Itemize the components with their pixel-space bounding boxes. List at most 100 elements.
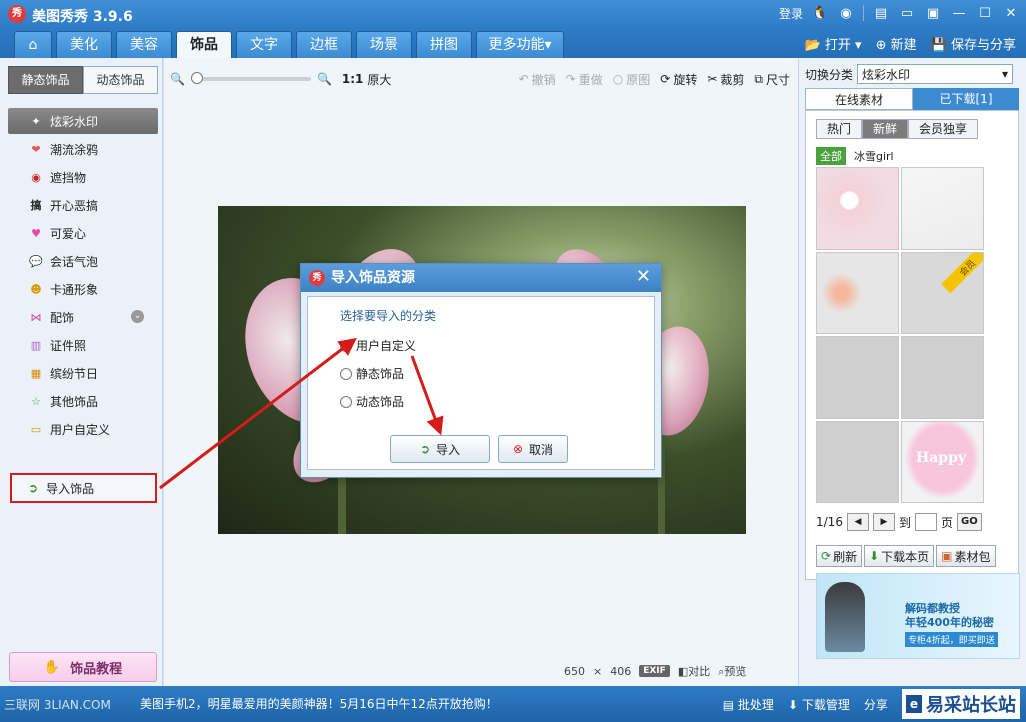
category-item[interactable]: ▭ 用户自定义: [8, 416, 158, 442]
tag-item[interactable]: 冰雪girl: [854, 148, 894, 164]
expand-icon[interactable]: ⌄: [131, 310, 144, 323]
close-icon[interactable]: ✕: [636, 267, 651, 287]
accessory-tutorial-button[interactable]: ✋ 饰品教程: [9, 652, 157, 682]
category-switch: 切换分类 炫彩水印 ▾: [805, 64, 1014, 84]
redo-button[interactable]: ↷ 重做: [566, 71, 603, 88]
zoom-ratio[interactable]: 1:1: [342, 72, 364, 86]
material-thumbnail[interactable]: [816, 420, 899, 503]
import-button[interactable]: ➲ 导入: [390, 435, 490, 463]
tab-text[interactable]: 文字: [236, 31, 292, 58]
tab-collage[interactable]: 拼图: [416, 31, 472, 58]
go-button[interactable]: GO: [956, 513, 982, 531]
zoom-out-icon[interactable]: 🔍: [170, 72, 185, 86]
prev-page-button[interactable]: ◀: [846, 513, 869, 531]
feedback-icon[interactable]: ▤: [872, 4, 890, 22]
category-item[interactable]: ☆ 其他饰品: [8, 388, 158, 414]
tab-downloaded[interactable]: 已下载[1]: [913, 88, 1019, 110]
category-item[interactable]: 💬 会话气泡: [8, 248, 158, 274]
radio-button[interactable]: [340, 367, 352, 380]
category-item[interactable]: ▥ 证件照: [8, 332, 158, 358]
left-panel: 静态饰品 动态饰品 ✦ 炫彩水印 ❤ 潮流涂鸦 ◉ 遮挡物 搞开心恶搞 ♥ 可爱心 💬 会…: [0, 58, 163, 686]
message-icon[interactable]: ▭: [898, 4, 916, 22]
category-item[interactable]: ❤ 潮流涂鸦: [8, 136, 158, 162]
download-manager-button[interactable]: ⬇ 下载管理: [788, 696, 850, 713]
size-button[interactable]: ⧉ 尺寸: [754, 71, 790, 88]
material-thumbnail[interactable]: [816, 167, 899, 250]
tab-online-materials[interactable]: 在线素材: [805, 88, 913, 110]
chevron-down-icon: ▾: [1001, 67, 1009, 81]
download-page-button[interactable]: ⬇ 下载本页: [864, 545, 935, 567]
category-label: 用户自定义: [50, 422, 111, 437]
tab-beautify[interactable]: 美化: [56, 31, 112, 58]
zoom-slider[interactable]: [190, 72, 311, 84]
promo-message[interactable]: 美图手机2，明星最爱用的美颜神器！5月16日中午12点开放抢购！: [140, 695, 498, 712]
category-item[interactable]: ☻ 卡通形象: [8, 276, 158, 302]
radio-custom[interactable]: 用户自定义: [340, 337, 416, 354]
refresh-button[interactable]: ⟳ 刷新: [816, 545, 863, 567]
material-thumbnail[interactable]: [816, 251, 899, 334]
ad-banner[interactable]: 解码都教授 年轻400年的秘密 专柜4折起，即买即送: [816, 573, 1020, 659]
tab-static-accessories[interactable]: 静态饰品: [8, 66, 83, 94]
rotate-button[interactable]: ⟳ 旋转: [660, 71, 697, 88]
material-thumbnail[interactable]: [816, 336, 899, 419]
category-item[interactable]: ♥ 可爱心: [8, 220, 158, 246]
material-thumbnail[interactable]: [901, 167, 984, 250]
close-icon[interactable]: ✕: [1002, 4, 1020, 22]
next-page-button[interactable]: ▶: [872, 513, 895, 531]
filter-new[interactable]: 新鲜: [862, 119, 909, 139]
category-item[interactable]: ✦ 炫彩水印: [8, 108, 158, 134]
weibo-icon[interactable]: ◉: [837, 4, 855, 22]
minimize-icon[interactable]: —: [950, 4, 968, 22]
category-item[interactable]: 搞开心恶搞: [8, 192, 158, 218]
category-select[interactable]: 炫彩水印 ▾: [857, 64, 1014, 84]
zoom-in-icon[interactable]: 🔍: [317, 72, 332, 86]
preview-button[interactable]: ⌕预览: [718, 663, 746, 679]
material-thumbnail[interactable]: [901, 336, 984, 419]
radio-static[interactable]: 静态饰品: [340, 365, 404, 382]
tab-frame[interactable]: 边框: [296, 31, 352, 58]
category-item[interactable]: ⋈ 配饰 ⌄: [8, 304, 158, 330]
material-pack-button[interactable]: ▣ 素材包: [936, 545, 996, 567]
home-tab[interactable]: ⌂: [14, 31, 52, 58]
original-label: 原图: [626, 72, 651, 87]
category-item[interactable]: ▦ 缤纷节日: [8, 360, 158, 386]
download-page-label: 下载本页: [881, 549, 930, 564]
radio-animated[interactable]: 动态饰品: [340, 393, 404, 410]
skin-icon[interactable]: ▣: [924, 4, 942, 22]
edit-toolbar: 🔍 🔍 1:1 原大 ↶ 撤销 ↷ 重做 ○ 原图 ⟳ 旋转 ✂ 裁剪 ⧉ 尺寸: [170, 68, 790, 90]
main-tab-bar: ⌂ 美化 美容 饰品 文字 边框 场景 拼图 更多功能▾ 📂 打开 ▾ ⊕ 新建…: [0, 28, 1026, 58]
cancel-button[interactable]: ⊗ 取消: [498, 435, 568, 463]
radio-button[interactable]: [340, 339, 352, 352]
undo-button[interactable]: ↶ 撤销: [519, 71, 556, 88]
compare-button[interactable]: ◧对比: [678, 663, 710, 679]
share-button[interactable]: 分享: [864, 696, 888, 713]
tab-beauty[interactable]: 美容: [116, 31, 172, 58]
category-item[interactable]: ◉ 遮挡物: [8, 164, 158, 190]
page-input[interactable]: [914, 513, 937, 531]
maximize-icon[interactable]: ☐: [976, 4, 994, 22]
filter-vip[interactable]: 会员独享: [908, 119, 979, 139]
zoom-slider-handle[interactable]: [190, 72, 203, 84]
batch-label: 批处理: [737, 697, 774, 712]
tab-accessories[interactable]: 饰品: [176, 31, 232, 58]
new-button[interactable]: ⊕ 新建: [876, 34, 917, 53]
material-thumbnail[interactable]: 会员: [901, 251, 984, 334]
crop-button[interactable]: ✂ 裁剪: [707, 71, 744, 88]
app-title: 美图秀秀 3.9.6: [32, 9, 133, 25]
tag-all[interactable]: 全部: [816, 147, 846, 165]
qq-icon[interactable]: 🐧: [811, 4, 829, 22]
batch-button[interactable]: ▤ 批处理: [723, 696, 774, 713]
material-thumbnail[interactable]: Happy: [901, 420, 984, 503]
login-link[interactable]: 登录: [779, 5, 803, 22]
original-image-button[interactable]: ○ 原图: [613, 71, 651, 88]
save-share-button[interactable]: 💾 保存与分享: [931, 34, 1016, 53]
import-accessory-button[interactable]: ➲ 导入饰品: [10, 473, 157, 503]
exif-button[interactable]: EXIF: [639, 665, 670, 677]
open-button[interactable]: 📂 打开 ▾: [805, 34, 862, 53]
tab-animated-accessories[interactable]: 动态饰品: [83, 66, 158, 94]
filter-hot[interactable]: 热门: [816, 119, 863, 139]
radio-button[interactable]: [340, 395, 352, 408]
tab-scene[interactable]: 场景: [356, 31, 412, 58]
original-size-button[interactable]: 原大: [367, 71, 391, 88]
tab-more[interactable]: 更多功能▾: [476, 31, 564, 58]
